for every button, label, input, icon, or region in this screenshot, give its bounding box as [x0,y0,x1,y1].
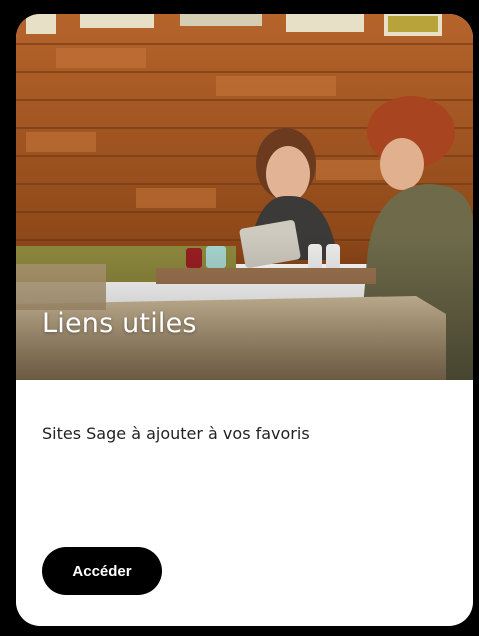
useful-links-card[interactable]: Liens utiles Sites Sage à ajouter à vos … [16,14,473,626]
card-description: Sites Sage à ajouter à vos favoris [42,424,310,443]
card-title: Liens utiles [42,308,197,339]
hero-image: Liens utiles [16,14,473,380]
screenshot-frame: Liens utiles Sites Sage à ajouter à vos … [0,0,479,636]
access-button[interactable]: Accéder [42,547,162,595]
